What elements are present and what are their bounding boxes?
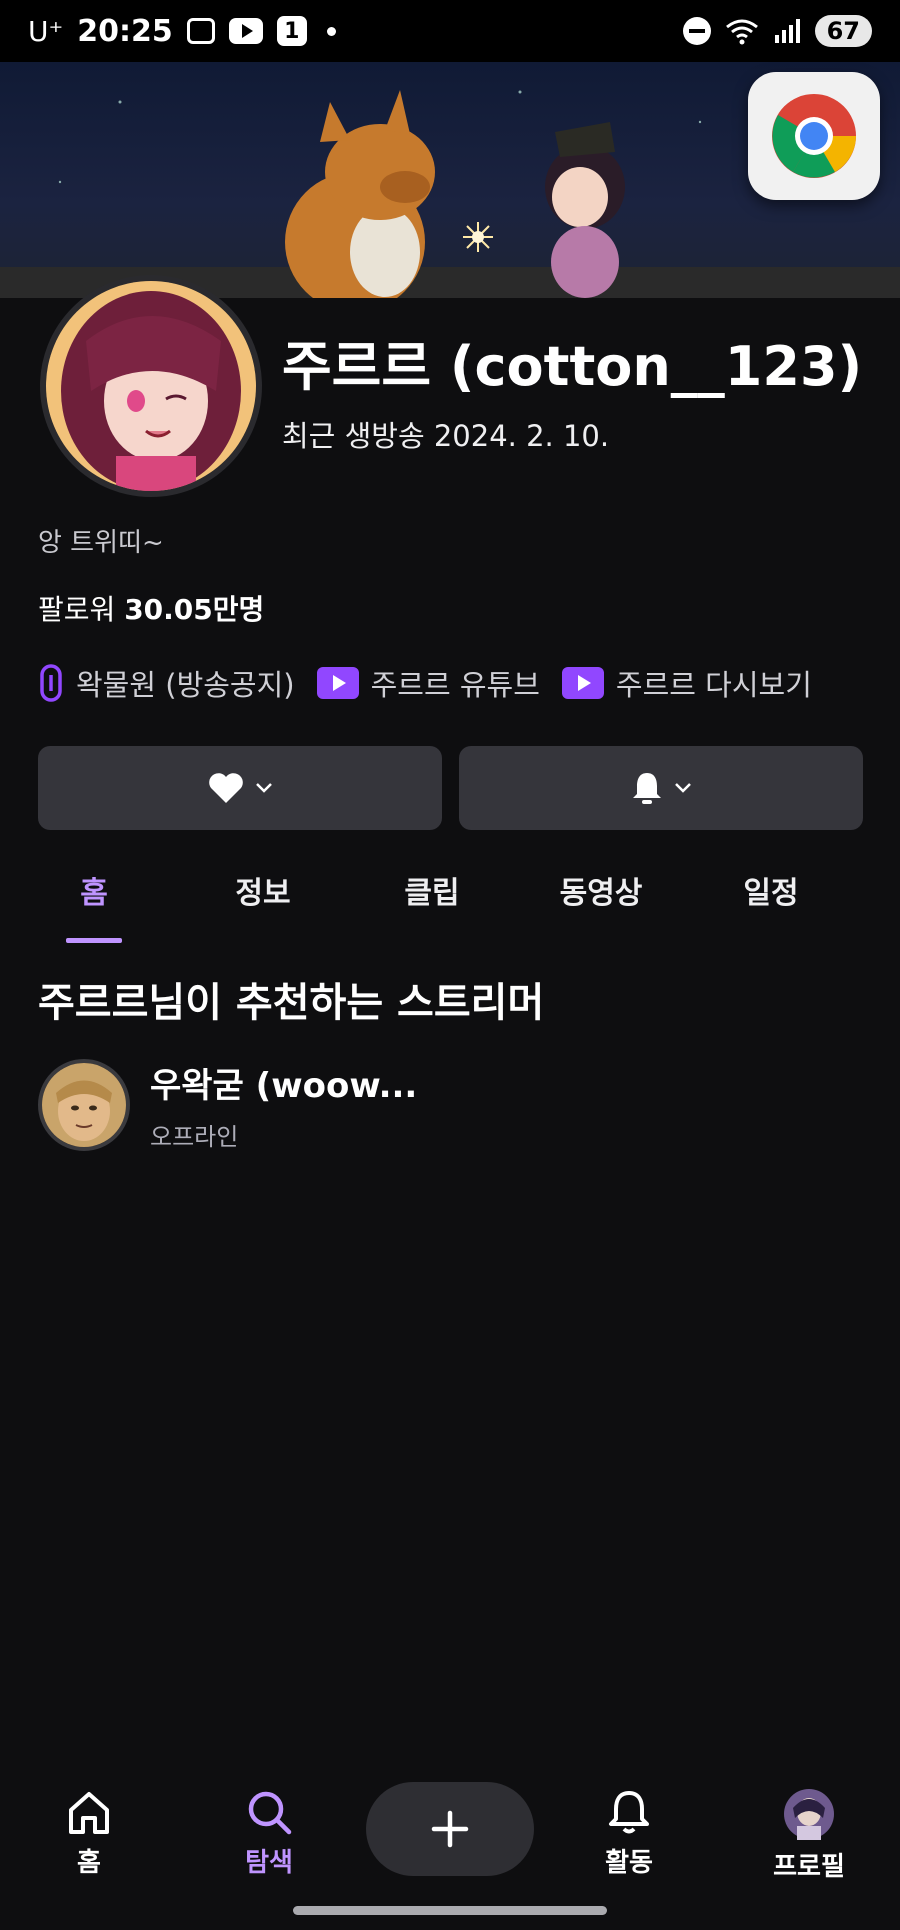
- tab-schedule[interactable]: 일정: [743, 868, 798, 912]
- plus-icon: [431, 1810, 469, 1848]
- recommended-section-title: 주르르님이 추천하는 스트리머: [38, 980, 545, 1026]
- youtube-icon: [316, 667, 359, 699]
- notification-button[interactable]: [459, 746, 863, 830]
- wifi-icon: [725, 19, 758, 45]
- tab-home[interactable]: 홈: [80, 868, 108, 912]
- nav-search-label: 탐색: [245, 1848, 293, 1878]
- screenshot-icon: [186, 18, 215, 44]
- chrome-floating-bubble[interactable]: [748, 72, 880, 200]
- heart-icon: [209, 773, 243, 803]
- signal-icon: [774, 19, 800, 43]
- carrier-label: U⁺: [28, 14, 64, 48]
- tab-videos[interactable]: 동영상: [560, 868, 643, 912]
- link-cafe[interactable]: 왁물원 (방송공지): [38, 662, 295, 704]
- home-icon: [69, 1792, 109, 1834]
- tab-clips[interactable]: 클립: [404, 868, 459, 912]
- followers-value: 30.05만명: [124, 593, 265, 626]
- chevron-down-icon: [675, 783, 691, 793]
- channel-links: 왁물원 (방송공지) 주르르 유튜브 주르르 다시보기: [38, 662, 834, 704]
- chrome-icon: [772, 94, 856, 178]
- bottom-navigation: 홈 탐색 활동 프로필: [0, 1770, 900, 1900]
- follower-count: 팔로워 30.05만명: [38, 588, 264, 628]
- streamer-status: 오프라인: [150, 1123, 239, 1151]
- nav-home-label: 홈: [77, 1848, 101, 1878]
- streamer-avatar: [38, 1059, 130, 1151]
- more-notifications-dot-icon: [326, 26, 336, 36]
- home-gesture-bar[interactable]: [293, 1906, 607, 1915]
- search-icon: [248, 1791, 292, 1835]
- link-vod-youtube[interactable]: 주르르 다시보기: [561, 662, 812, 704]
- bell-icon: [609, 1791, 649, 1834]
- channel-avatar[interactable]: [40, 275, 262, 497]
- bell-icon: [633, 773, 661, 804]
- link-label: 주르르 다시보기: [615, 668, 812, 702]
- battery-indicator: 67: [814, 15, 872, 47]
- avatar-image: [46, 281, 256, 491]
- recent-broadcast-date: 최근 생방송 2024. 2. 10.: [282, 419, 610, 453]
- notification-count-badge: 1: [276, 16, 307, 46]
- link-label: 주르르 유튜브: [370, 668, 540, 702]
- nav-profile-label: 프로필: [773, 1852, 845, 1882]
- nav-profile[interactable]: 프로필: [749, 1788, 869, 1883]
- clock: 20:25: [77, 13, 173, 49]
- link-youtube[interactable]: 주르르 유튜브: [316, 662, 540, 704]
- nav-activity-label: 활동: [605, 1848, 653, 1878]
- channel-title: 주르르 (cotton__123): [282, 335, 863, 398]
- link-icon: [38, 664, 64, 702]
- youtube-notification-icon: [228, 18, 263, 44]
- profile-avatar-icon: [784, 1789, 834, 1840]
- create-button[interactable]: [366, 1782, 534, 1876]
- channel-bio: 앙 트위띠~: [38, 528, 164, 558]
- follow-button[interactable]: [38, 746, 442, 830]
- youtube-icon: [561, 667, 604, 699]
- channel-tabs: 홈 정보 클립 동영상 일정: [0, 860, 900, 944]
- followers-label: 팔로워: [38, 593, 116, 626]
- active-tab-indicator: [66, 938, 122, 943]
- tab-info[interactable]: 정보: [235, 868, 290, 912]
- nav-home[interactable]: 홈: [29, 1788, 149, 1879]
- link-label: 왁물원 (방송공지): [76, 668, 295, 702]
- do-not-disturb-icon: [682, 17, 711, 45]
- streamer-name: 우왁굳 (woow...: [150, 1066, 418, 1106]
- recommended-streamer-item[interactable]: 우왁굳 (woow... 오프라인: [38, 1058, 417, 1152]
- nav-search[interactable]: 탐색: [209, 1788, 329, 1879]
- status-bar: U⁺ 20:25 1 67: [0, 0, 900, 62]
- nav-activity[interactable]: 활동: [569, 1788, 689, 1879]
- chevron-down-icon: [256, 783, 272, 793]
